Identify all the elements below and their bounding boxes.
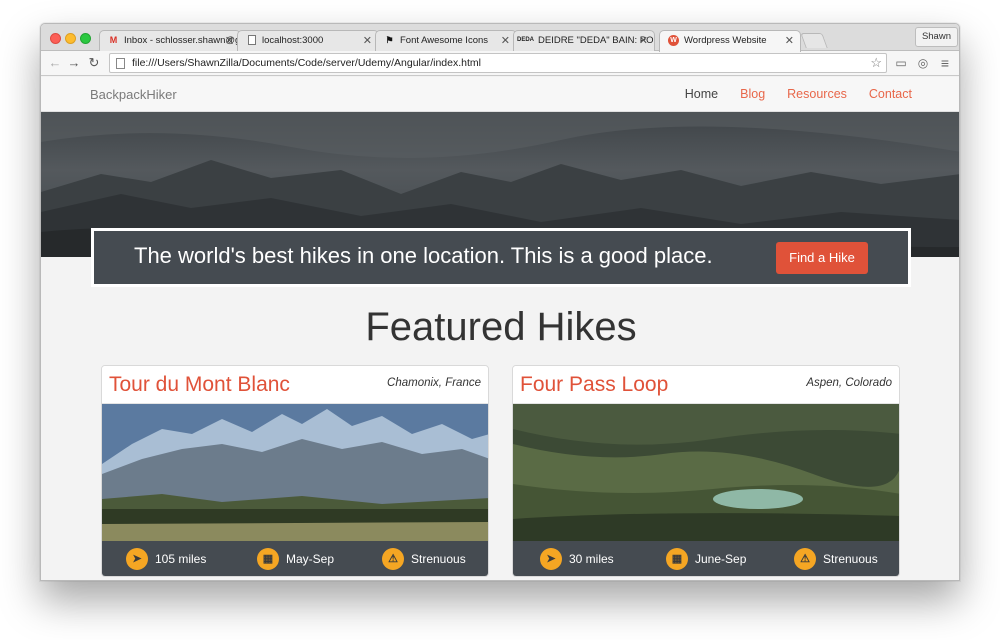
nav-links: Home Blog Resources Contact [663, 87, 912, 101]
tab-wordpress[interactable]: W Wordpress Website ✕ [659, 30, 801, 52]
card-header: Four Pass Loop Aspen, Colorado [513, 366, 899, 404]
section-title: Featured Hikes [365, 305, 637, 349]
tab-strip: M Inbox - schlosser.shawn@g ✕ localhost:… [41, 24, 959, 52]
close-window-button[interactable] [50, 33, 61, 44]
nav-link-home[interactable]: Home [685, 87, 718, 101]
card-header: Tour du Mont Blanc Chamonix, France [102, 366, 488, 404]
nav-link-blog[interactable]: Blog [740, 87, 765, 101]
nav-link-resources[interactable]: Resources [787, 87, 847, 101]
stat-distance-text: 105 miles [155, 552, 207, 566]
close-tab-icon[interactable]: ✕ [785, 34, 794, 47]
tab-gmail[interactable]: M Inbox - schlosser.shawn@g ✕ [99, 30, 241, 51]
tab-title: Wordpress Website [684, 35, 767, 46]
stat-difficulty: ⚠ Strenuous [794, 548, 878, 570]
hike-title[interactable]: Four Pass Loop [520, 373, 668, 397]
tab-font-awesome[interactable]: ⚑ Font Awesome Icons ✕ [375, 30, 517, 51]
menu-icon[interactable]: ≡ [937, 55, 953, 71]
hike-title[interactable]: Tour du Mont Blanc [109, 373, 290, 397]
calendar-icon: ▦ [257, 548, 279, 570]
card-footer: ➤ 105 miles ▦ May-Sep ⚠ Strenuous [102, 541, 488, 576]
close-tab-icon[interactable]: ✕ [363, 34, 372, 47]
profile-button[interactable]: Shawn [914, 27, 958, 47]
hero-banner: The world's best hikes in one location. … [91, 228, 911, 287]
stat-season-text: May-Sep [286, 552, 335, 566]
hike-image [102, 404, 488, 541]
page-icon [246, 35, 257, 46]
tab-localhost[interactable]: localhost:3000 ✕ [237, 30, 379, 51]
warning-icon: ⚠ [382, 548, 404, 570]
bookmark-star-icon[interactable]: ☆ [870, 55, 882, 71]
close-tab-icon[interactable]: ✕ [225, 34, 234, 47]
forward-arrow-icon[interactable]: → [66, 54, 82, 72]
wordpress-icon: W [668, 35, 679, 46]
page-viewport: BackpackHiker Home Blog Resources Contac… [41, 77, 959, 580]
stat-season: ▦ May-Sep [257, 548, 334, 570]
tab-deda[interactable]: DEDA DEIDRE "DEDA" BAIN: POR ✕ [513, 30, 655, 51]
tab-title: DEIDRE "DEDA" BAIN: POR [538, 35, 655, 46]
tab-title: Inbox - schlosser.shawn@g [124, 35, 241, 46]
hike-location: Chamonix, France [387, 377, 481, 389]
extension-icon[interactable]: ◎ [915, 55, 931, 71]
location-arrow-icon: ➤ [540, 548, 562, 570]
minimize-window-button[interactable] [65, 33, 76, 44]
hike-location: Aspen, Colorado [806, 377, 892, 389]
stat-difficulty: ⚠ Strenuous [382, 548, 466, 570]
reload-icon[interactable]: ↻ [86, 54, 102, 72]
cast-icon[interactable]: ▭ [893, 55, 909, 71]
hike-image [513, 404, 899, 541]
stat-distance-text: 30 miles [569, 552, 614, 566]
site-brand[interactable]: BackpackHiker [90, 87, 177, 102]
hike-card[interactable]: Tour du Mont Blanc Chamonix, France ➤ 10… [101, 365, 489, 577]
close-tab-icon[interactable]: ✕ [501, 34, 510, 47]
deda-icon: DEDA [517, 37, 535, 43]
card-footer: ➤ 30 miles ▦ June-Sep ⚠ Strenuous [513, 541, 899, 576]
find-hike-button[interactable]: Find a Hike [776, 242, 868, 274]
page-icon [116, 58, 125, 69]
stat-distance: ➤ 30 miles [540, 548, 614, 570]
gmail-icon: M [109, 35, 118, 45]
address-bar[interactable]: file:///Users/ShawnZilla/Documents/Code/… [109, 53, 887, 73]
back-arrow-icon[interactable]: ← [47, 54, 63, 72]
warning-icon: ⚠ [794, 548, 816, 570]
tab-title: localhost:3000 [262, 35, 324, 46]
stat-season-text: June-Sep [695, 552, 747, 566]
nav-link-contact[interactable]: Contact [869, 87, 912, 101]
stat-difficulty-text: Strenuous [411, 552, 466, 566]
new-tab-button[interactable] [800, 33, 828, 48]
location-arrow-icon: ➤ [126, 548, 148, 570]
browser-window: M Inbox - schlosser.shawn@g ✕ localhost:… [40, 23, 960, 581]
url-text: file:///Users/ShawnZilla/Documents/Code/… [132, 57, 481, 69]
banner-tagline: The world's best hikes in one location. … [134, 243, 713, 268]
flag-icon: ⚑ [385, 35, 394, 45]
stat-season: ▦ June-Sep [666, 548, 746, 570]
hike-card[interactable]: Four Pass Loop Aspen, Colorado ➤ 30 mile… [512, 365, 900, 577]
maximize-window-button[interactable] [80, 33, 91, 44]
browser-toolbar: ← → ↻ file:///Users/ShawnZilla/Documents… [41, 51, 959, 76]
stat-distance: ➤ 105 miles [126, 548, 206, 570]
stat-difficulty-text: Strenuous [823, 552, 878, 566]
site-navbar: BackpackHiker Home Blog Resources Contac… [41, 77, 959, 112]
calendar-icon: ▦ [666, 548, 688, 570]
close-tab-icon[interactable]: ✕ [639, 34, 648, 47]
tab-title: Font Awesome Icons [400, 35, 489, 46]
